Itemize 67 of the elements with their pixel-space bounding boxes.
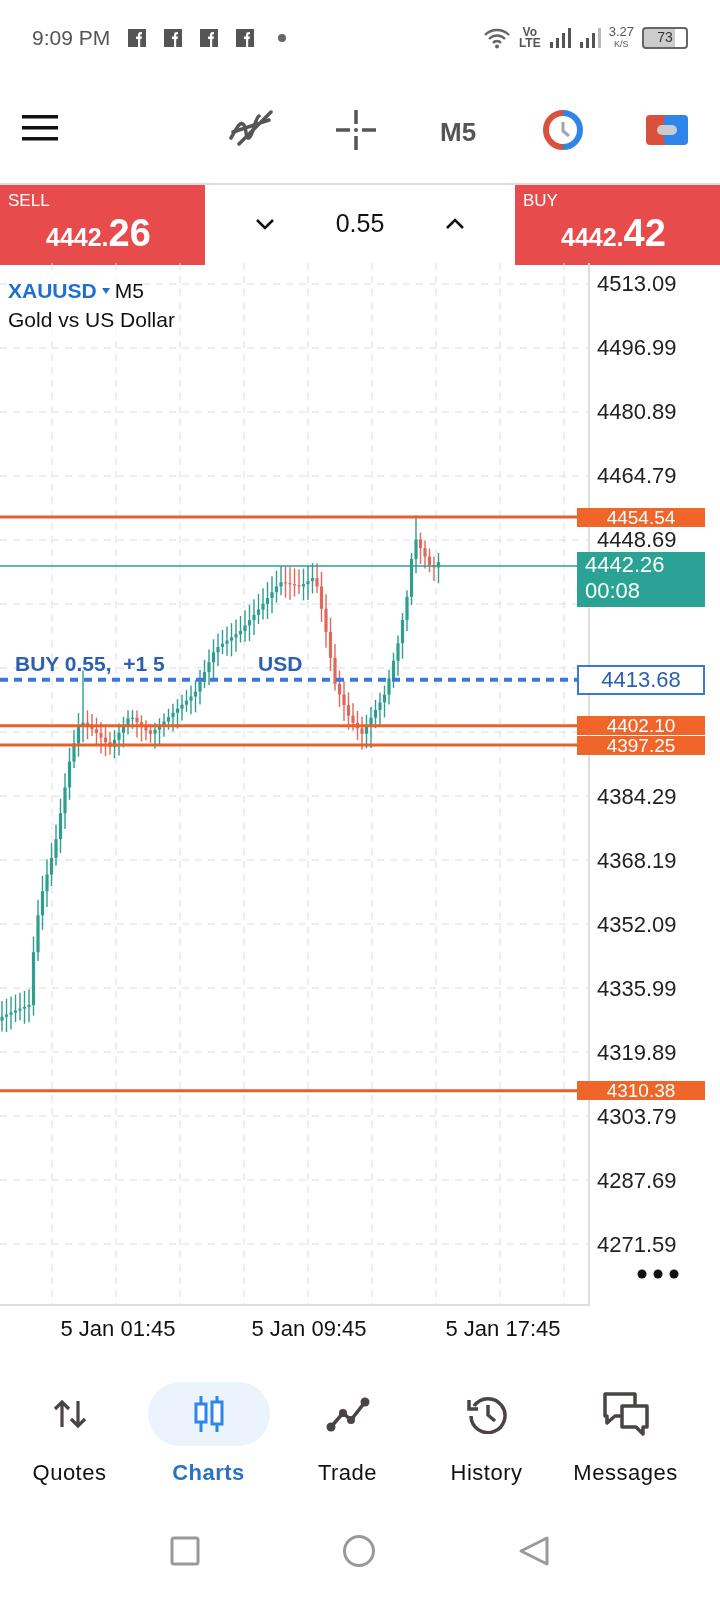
timeframe-button[interactable]: M5 [440, 113, 477, 152]
signal-icon [578, 27, 601, 48]
facebook-icon [200, 28, 219, 47]
toggle-icon[interactable] [646, 115, 688, 145]
chart-timeframe: M5 [114, 278, 144, 304]
time-axis-label: 5 Jan 09:45 [251, 1315, 367, 1343]
symbol-description: Gold vs US Dollar [8, 304, 175, 336]
price-axis-label: 4287.69 [597, 1168, 677, 1195]
chevron-up-icon[interactable] [445, 218, 465, 230]
price-axis-label: 4448.69 [597, 527, 677, 554]
network-speed: 3.27 [608, 25, 634, 38]
price-axis-label: 4335.99 [597, 975, 677, 1002]
price-axis-label: 4368.19 [597, 847, 677, 874]
recent-apps-icon[interactable] [170, 1536, 200, 1566]
price-axis-label: 4464.79 [597, 463, 677, 490]
time-axis-label: 5 Jan 01:45 [60, 1315, 176, 1343]
chevron-down-icon[interactable] [255, 218, 275, 230]
indicator-icon[interactable] [229, 110, 273, 148]
position-label: BUY 0.55, +1 5 [15, 650, 165, 677]
price-axis-label: 4303.79 [597, 1104, 677, 1130]
volte-label: Vo [522, 26, 537, 38]
nav-tab[interactable]: Charts [139, 1380, 278, 1500]
price-axis-label: 4319.89 [597, 1039, 677, 1066]
volte-label: LTE [518, 37, 541, 49]
price-axis-label: 4384.29 [597, 783, 677, 810]
line-chart-icon [325, 1396, 370, 1432]
menu-icon[interactable] [22, 115, 58, 141]
symbol-name[interactable]: XAUUSD [8, 275, 97, 307]
price-axis-label: 4513.09 [597, 271, 677, 297]
bid-price: 4442.26 [585, 551, 666, 578]
price-axis-label: 4496.99 [597, 335, 677, 362]
notification-dot-icon [278, 33, 287, 42]
price-tag: 4454.54 [577, 507, 705, 527]
position-price-tag: 4413.68 [577, 664, 705, 695]
price-tag: 4402.10 [577, 716, 705, 736]
speed-unit: K/S [614, 37, 629, 50]
sell-button[interactable]: SELL 4442.26 [0, 185, 205, 265]
dropdown-icon[interactable] [100, 286, 111, 295]
position-unit: USD [258, 650, 303, 677]
facebook-icon [164, 28, 183, 47]
wifi-icon [482, 26, 511, 49]
status-time: 9:09 PM [32, 24, 111, 51]
signal-icon [548, 27, 571, 48]
more-icon[interactable] [637, 1269, 679, 1279]
time-axis-label: 5 Jan 17:45 [445, 1315, 561, 1343]
price-axis-label: 4352.09 [597, 911, 677, 938]
facebook-icon [128, 28, 147, 47]
buy-button[interactable]: BUY 4442.42 [515, 185, 720, 265]
history-icon [465, 1394, 508, 1434]
sort-arrows-icon [52, 1399, 87, 1429]
battery-icon: 73 [642, 26, 688, 49]
back-icon[interactable] [518, 1535, 550, 1567]
price-axis-label: 4271.59 [597, 1232, 677, 1259]
price-axis-label: 4480.89 [597, 399, 677, 426]
chat-bubbles-icon [601, 1391, 650, 1437]
volume-value[interactable]: 0.55 [335, 205, 385, 243]
clock-icon[interactable] [543, 110, 583, 150]
bar-countdown: 00:08 [585, 577, 642, 604]
facebook-icon [236, 28, 255, 47]
nav-tab[interactable]: Quotes [0, 1380, 139, 1500]
price-tag: 4397.25 [577, 735, 705, 755]
nav-tab[interactable]: Messages [556, 1380, 695, 1500]
nav-tab[interactable]: History [417, 1380, 556, 1500]
crosshair-icon[interactable] [336, 110, 376, 150]
price-tag: 4310.38 [577, 1081, 705, 1101]
nav-tab[interactable]: Trade [278, 1380, 417, 1500]
home-icon[interactable] [342, 1534, 376, 1568]
